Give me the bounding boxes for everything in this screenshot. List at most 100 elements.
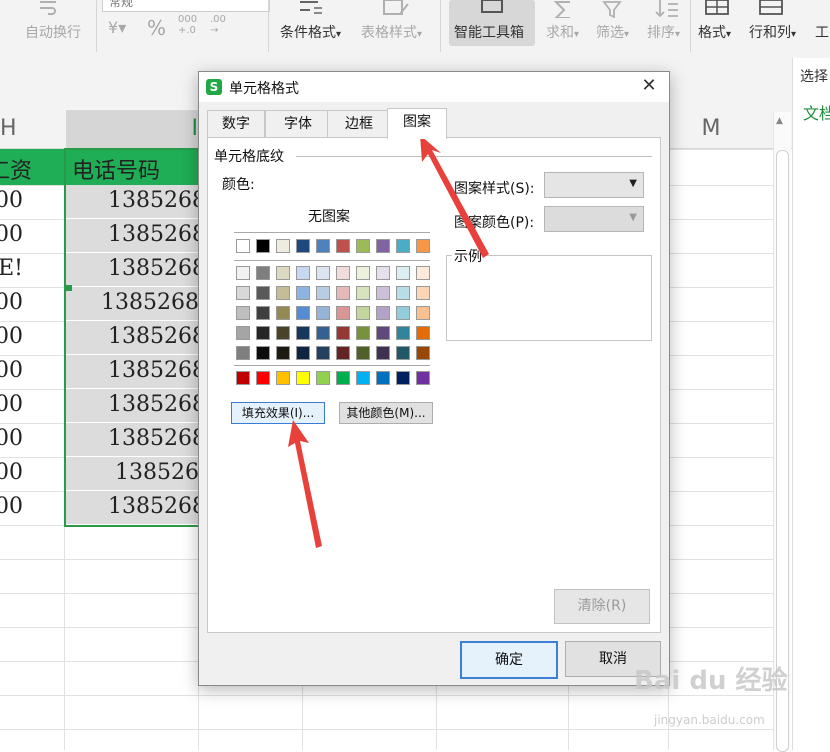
color-swatch[interactable] bbox=[296, 371, 310, 385]
tab-font[interactable]: 字体 bbox=[265, 110, 331, 138]
color-swatch[interactable] bbox=[296, 286, 310, 300]
increase-decimal-button[interactable]: 000 +.0 bbox=[178, 14, 197, 36]
salary-cell[interactable]: 4600 bbox=[0, 392, 23, 417]
number-format-select[interactable]: 常规 bbox=[102, 0, 270, 12]
color-swatch[interactable] bbox=[396, 371, 410, 385]
color-swatch[interactable] bbox=[356, 371, 370, 385]
color-swatch[interactable] bbox=[416, 371, 430, 385]
tab-border[interactable]: 边框 bbox=[327, 110, 391, 138]
salary-cell[interactable]: 3600 bbox=[0, 358, 23, 383]
fill-effects-button[interactable]: 填充效果(I)... bbox=[231, 402, 325, 424]
color-swatch[interactable] bbox=[336, 239, 350, 253]
color-swatch[interactable] bbox=[276, 239, 290, 253]
salary-cell[interactable]: LUE! bbox=[0, 256, 23, 281]
color-swatch[interactable] bbox=[316, 239, 330, 253]
scroll-up-arrow-icon[interactable]: ▲ bbox=[776, 116, 783, 126]
work-button-truncated[interactable]: 工 bbox=[815, 22, 829, 42]
salary-cell[interactable]: 6800 bbox=[0, 460, 23, 485]
ok-button[interactable]: 确定 bbox=[460, 641, 558, 679]
color-swatch[interactable] bbox=[236, 286, 250, 300]
color-swatch[interactable] bbox=[336, 286, 350, 300]
color-swatch[interactable] bbox=[276, 286, 290, 300]
color-swatch[interactable] bbox=[316, 346, 330, 360]
conditional-format-button[interactable]: 条件格式▾ bbox=[280, 22, 341, 42]
format-button[interactable]: 格式▾ bbox=[698, 22, 731, 42]
color-swatch[interactable] bbox=[376, 326, 390, 340]
color-swatch[interactable] bbox=[336, 346, 350, 360]
color-swatch[interactable] bbox=[336, 306, 350, 320]
color-swatch[interactable] bbox=[296, 266, 310, 280]
salary-cell[interactable]: 4200 bbox=[0, 188, 23, 213]
salary-cell[interactable]: 5800 bbox=[0, 324, 23, 349]
percent-button[interactable]: % bbox=[147, 16, 166, 40]
fill-handle[interactable] bbox=[66, 285, 72, 291]
currency-icon[interactable]: ¥▾ bbox=[108, 18, 126, 37]
salary-cell[interactable]: 5000 bbox=[0, 290, 23, 315]
color-swatch[interactable] bbox=[376, 239, 390, 253]
color-swatch[interactable] bbox=[336, 371, 350, 385]
color-swatch[interactable] bbox=[396, 286, 410, 300]
pattern-color-select[interactable]: ▼ bbox=[544, 206, 644, 232]
salary-cell[interactable]: 4400 bbox=[0, 494, 23, 519]
auto-wrap-button[interactable]: 自动换行 bbox=[25, 22, 81, 42]
color-swatch[interactable] bbox=[376, 371, 390, 385]
decrease-decimal-button[interactable]: .00 → bbox=[210, 14, 226, 36]
color-swatch[interactable] bbox=[356, 306, 370, 320]
color-swatch[interactable] bbox=[316, 306, 330, 320]
color-swatch[interactable] bbox=[236, 346, 250, 360]
dialog-titlebar[interactable]: S 单元格格式 ✕ bbox=[199, 72, 669, 102]
color-swatch[interactable] bbox=[236, 306, 250, 320]
pattern-style-select[interactable]: ▼ bbox=[544, 172, 644, 198]
table-style-button[interactable]: 表格样式▾ bbox=[361, 22, 422, 42]
color-swatch[interactable] bbox=[296, 306, 310, 320]
sort-button[interactable]: 排序▾ bbox=[647, 22, 680, 42]
color-swatch[interactable] bbox=[256, 306, 270, 320]
color-swatch[interactable] bbox=[396, 266, 410, 280]
tab-pattern[interactable]: 图案 bbox=[387, 108, 447, 139]
color-swatch[interactable] bbox=[376, 306, 390, 320]
color-swatch[interactable] bbox=[256, 286, 270, 300]
column-header-i[interactable]: I bbox=[66, 110, 198, 148]
color-swatch[interactable] bbox=[356, 346, 370, 360]
color-swatch[interactable] bbox=[276, 371, 290, 385]
color-swatch[interactable] bbox=[256, 371, 270, 385]
close-icon[interactable]: ✕ bbox=[637, 74, 661, 98]
color-swatch[interactable] bbox=[236, 326, 250, 340]
color-swatch[interactable] bbox=[336, 326, 350, 340]
color-swatch[interactable] bbox=[356, 326, 370, 340]
color-swatch[interactable] bbox=[416, 326, 430, 340]
salary-cell[interactable]: 5200 bbox=[0, 426, 23, 451]
color-swatch[interactable] bbox=[316, 326, 330, 340]
color-swatch[interactable] bbox=[376, 266, 390, 280]
column-header-h[interactable]: H bbox=[0, 110, 30, 148]
color-swatch[interactable] bbox=[356, 286, 370, 300]
color-swatch[interactable] bbox=[316, 286, 330, 300]
color-swatch[interactable] bbox=[356, 266, 370, 280]
color-swatch[interactable] bbox=[416, 239, 430, 253]
color-swatch[interactable] bbox=[236, 371, 250, 385]
color-swatch[interactable] bbox=[396, 306, 410, 320]
color-swatch[interactable] bbox=[256, 326, 270, 340]
color-swatch[interactable] bbox=[296, 326, 310, 340]
color-swatch[interactable] bbox=[296, 346, 310, 360]
color-swatch[interactable] bbox=[256, 266, 270, 280]
color-swatch[interactable] bbox=[316, 266, 330, 280]
color-swatch[interactable] bbox=[396, 239, 410, 253]
smart-toolbox-button[interactable]: 智能工具箱 bbox=[454, 22, 524, 42]
more-colors-button[interactable]: 其他颜色(M)... bbox=[339, 402, 433, 424]
color-swatch[interactable] bbox=[276, 306, 290, 320]
color-swatch[interactable] bbox=[236, 239, 250, 253]
color-swatch[interactable] bbox=[316, 371, 330, 385]
color-swatch[interactable] bbox=[416, 286, 430, 300]
color-swatch[interactable] bbox=[396, 346, 410, 360]
color-swatch[interactable] bbox=[356, 239, 370, 253]
color-swatch[interactable] bbox=[236, 266, 250, 280]
color-swatch[interactable] bbox=[416, 266, 430, 280]
sum-button[interactable]: 求和▾ bbox=[546, 22, 579, 42]
color-swatch[interactable] bbox=[416, 306, 430, 320]
header-cell-salary[interactable]: 工资 bbox=[0, 153, 32, 185]
no-pattern-option[interactable]: 无图案 bbox=[308, 206, 350, 226]
color-swatch[interactable] bbox=[276, 346, 290, 360]
color-swatch[interactable] bbox=[396, 326, 410, 340]
color-swatch[interactable] bbox=[296, 239, 310, 253]
